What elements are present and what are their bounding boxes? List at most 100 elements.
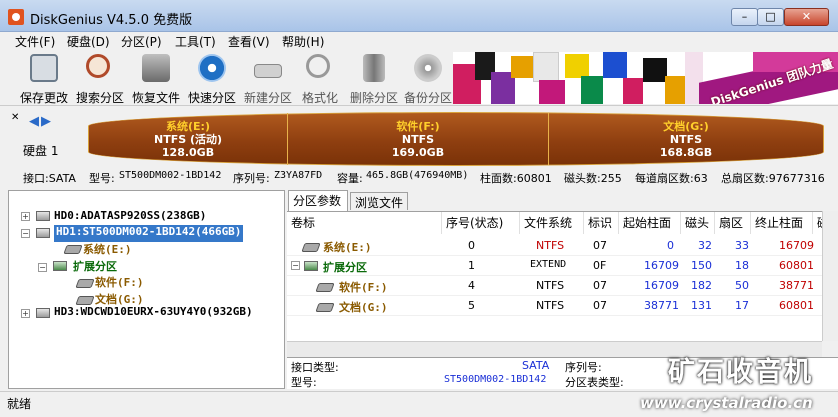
backup-partition-button[interactable]: 备份分区 [398,52,454,105]
disk-info-bar: 接口:SATA 型号: ST500DM002-1BD142 序列号: Z3YA8… [0,168,838,186]
delete-partition-button[interactable]: 删除分区 [344,52,400,105]
collapse-icon[interactable]: − [38,263,47,272]
restore-files-label: 恢复文件 [131,91,180,105]
disk-tree: + HD0:ADATASP920SS(238GB) − HD1:ST500DM0… [8,190,285,389]
partition-fs: NTFS (活动) [153,133,223,146]
tree-partition-software[interactable]: 软件(F:) [95,274,144,291]
partition-icon [317,301,333,311]
info-sectors: 每道扇区数:63 [635,172,708,185]
menu-partition[interactable]: 分区(P) [121,33,162,50]
menu-tools[interactable]: 工具(T) [175,33,216,50]
expand-icon[interactable]: + [21,309,30,318]
column-header-label[interactable]: 卷标 [287,212,442,234]
partition-block-software[interactable]: 软件(F:) NTFS 169.0GB [289,112,547,166]
column-header-start-cylinder[interactable]: 起始柱面 [619,212,681,234]
tree-partition-system[interactable]: 系统(E:) [83,241,132,258]
tab-partition-params[interactable]: 分区参数 [288,190,348,211]
backup-disc-icon [414,54,442,82]
menu-file[interactable]: 文件(F) [15,33,55,50]
column-header-end-cylinder[interactable]: 终止柱面 [751,212,813,234]
extended-partition-icon [53,261,67,271]
extended-partition-icon [304,261,318,271]
detail-interface-value: SATA [522,359,550,372]
tab-browse-files[interactable]: 浏览文件 [350,192,408,210]
cell-id: 07 [593,279,607,292]
cell-end-cylinder: 60801 [779,299,814,312]
search-partition-button[interactable]: 搜索分区 [70,52,126,105]
tree-disk-hd3[interactable]: HD3:WDCWD10EURX-63UY4Y0(932GB) [54,305,253,322]
hard-disk-icon [36,211,50,221]
cell-id: 0F [593,259,607,272]
detail-serial-label: 序列号: [565,361,602,374]
trash-icon [363,54,385,82]
delete-partition-label: 删除分区 [349,91,398,105]
cell-start-cylinder: 0 [667,239,674,252]
collapse-icon[interactable]: − [291,261,300,270]
table-row[interactable]: − 扩展分区 1 EXTEND 0F 16709 150 18 60801 [287,256,822,276]
cell-head: 182 [691,279,712,292]
cell-label: 软件(F:) [339,281,388,294]
cell-end-cylinder: 60801 [779,259,814,272]
new-partition-button[interactable]: 新建分区 [238,52,294,105]
next-disk-arrow-icon[interactable]: ▶ [41,114,51,129]
column-header-index[interactable]: 序号(状态) [442,212,520,234]
detail-partition-table-type-label: 分区表类型: [565,376,624,389]
partition-block-system[interactable]: 系统(E:) NTFS (活动) 128.0GB [90,112,286,166]
vertical-scrollbar[interactable] [822,211,838,341]
watermark-title: 矿石收音机 [668,357,813,388]
format-button[interactable]: 格式化 [290,52,346,105]
hard-disk-icon [36,308,50,318]
partition-size: 128.0GB [161,146,215,159]
column-header-sector[interactable]: 扇区 [715,212,751,234]
partition-icon [317,281,333,291]
cell-start-cylinder: 38771 [644,299,679,312]
menu-disk[interactable]: 硬盘(D) [67,33,110,50]
cell-start-cylinder: 16709 [644,279,679,292]
cell-head: 150 [691,259,712,272]
partition-name: 系统(E:) [166,120,210,133]
quick-partition-button[interactable]: 快速分区 [182,52,238,105]
cell-index: 4 [468,279,475,292]
save-changes-button[interactable]: 保存更改 [14,52,70,105]
collapse-icon[interactable]: − [21,229,30,238]
info-interface: 接口:SATA [23,172,76,185]
info-model-label: 型号: [89,172,115,185]
cell-sector: 17 [735,299,749,312]
tree-extended-partition[interactable]: 扩展分区 [73,258,117,275]
cell-end-cylinder: 16709 [779,239,814,252]
tree-disk-hd1[interactable]: HD1:ST500DM002-1BD142(466GB) [54,225,244,242]
backup-partition-label: 备份分区 [403,91,452,105]
column-header-id[interactable]: 标识 [584,212,619,234]
restore-files-button[interactable]: 恢复文件 [126,52,182,105]
format-label: 格式化 [301,91,338,105]
info-serial-label: 序列号: [233,172,270,185]
format-icon [306,54,330,78]
tree-disk-hd0[interactable]: HD0:ADATASP920SS(238GB) [54,209,206,226]
partition-icon [65,243,81,253]
promo-banner[interactable]: DiskGenius 团队力量 [453,52,838,104]
restore-icon [142,54,170,82]
table-row[interactable]: 文档(G:) 5 NTFS 07 38771 131 17 60801 [287,296,822,316]
column-header-filesystem[interactable]: 文件系统 [520,212,584,234]
partition-name: 软件(F:) [396,120,440,133]
detail-model-label: 型号: [291,376,317,389]
detail-interface-label: 接口类型: [291,361,339,374]
expand-icon[interactable]: + [21,212,30,221]
cell-id: 07 [593,239,607,252]
minimize-button[interactable]: – [731,8,758,26]
info-heads: 磁头数:255 [564,172,622,185]
cell-index: 5 [468,299,475,312]
partition-name: 文档(G:) [663,120,709,133]
menu-help[interactable]: 帮助(H) [282,33,324,50]
column-header-head[interactable]: 磁头 [681,212,715,234]
pin-icon[interactable]: ✕ [11,112,19,123]
close-button[interactable]: ✕ [784,8,829,26]
table-row[interactable]: 系统(E:) 0 NTFS 07 0 32 33 16709 [287,236,822,256]
partition-fs: NTFS [669,133,703,146]
menu-view[interactable]: 查看(V) [228,33,270,50]
prev-disk-arrow-icon[interactable]: ◀ [29,114,39,129]
partition-block-documents[interactable]: 文档(G:) NTFS 168.8GB [550,112,822,166]
magnifier-icon [86,54,110,78]
maximize-button[interactable]: □ [757,8,784,26]
table-row[interactable]: 软件(F:) 4 NTFS 07 16709 182 50 38771 [287,276,822,296]
